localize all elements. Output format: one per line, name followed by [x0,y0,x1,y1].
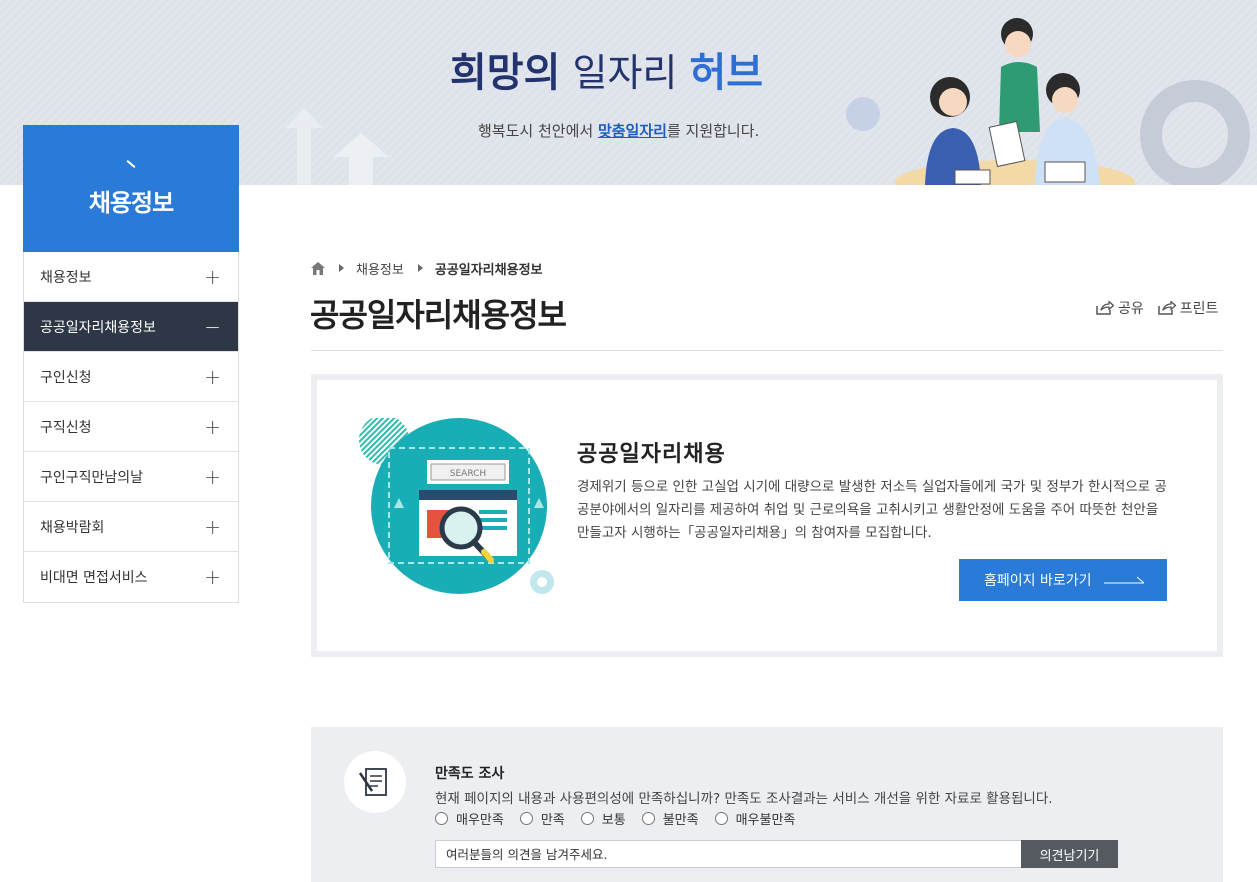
survey-description: 현재 페이지의 내용과 사용편의성에 만족하십니까? 만족도 조사결과는 서비스… [435,791,1053,807]
sidebar-item-meeting-day[interactable]: 구인구직만남의날 + [24,452,238,502]
dot-circle-decoration [846,97,880,131]
slogan-part-2: 일자리 [560,51,690,95]
sidebar-item-public-jobs[interactable]: 공공일자리채용정보 − [24,302,238,352]
up-arrow-decoration [285,108,323,185]
option-dissatisfied[interactable]: 불만족 [641,809,699,828]
print-share-icon [1158,301,1176,315]
long-arrow-icon [1103,576,1144,584]
option-label: 불만족 [662,813,699,828]
option-label: 보통 [601,813,626,828]
sidebar-item-label: 채용박람회 [40,519,105,536]
breadcrumb-level-1[interactable]: 채용정보 [356,259,404,278]
sidebar-item-recruitment-info[interactable]: 채용정보 + [24,252,238,302]
sidebar-item-job-offer[interactable]: 구인신청 + [24,352,238,402]
option-label: 만족 [540,813,565,828]
info-card: SEARCH 공공일자리채용 경제위기 등으로 인한 고실업 시기에 대량으로 … [311,374,1223,657]
search-illustration: SEARCH [359,418,554,594]
radio-icon[interactable] [580,812,594,825]
up-arrow-decoration-2 [333,133,389,185]
people-meeting-illustration [895,18,1135,185]
card-description: 경제위기 등으로 인한 고실업 시기에 대량으로 발생한 저소득 실업자들에게 … [577,479,1167,541]
option-label: 매우불만족 [735,813,796,828]
document-pen-icon [358,768,387,796]
radio-icon[interactable] [714,812,728,825]
radio-icon[interactable] [519,812,533,825]
option-very-dissatisfied[interactable]: 매우불만족 [714,809,796,828]
subtitle-text-1: 행복도시 천안에서 [478,122,598,140]
expand-plus-icon: + [204,514,221,539]
sidebar-item-label: 공공일자리채용정보 [40,319,156,336]
expand-plus-icon: + [204,464,221,489]
share-button[interactable]: 공유 [1096,298,1144,318]
page-tools: 공유 프린트 [1096,298,1218,318]
banner-slogan: 희망의 일자리 허브 [450,40,800,112]
header-accent-mark [126,160,136,168]
option-label: 매우만족 [456,813,504,828]
expand-plus-icon: + [204,565,221,589]
sidebar-item-remote-interview[interactable]: 비대면 면접서비스 + [24,552,238,602]
sidebar-item-label: 구인신청 [40,369,92,386]
share-icon [1096,301,1114,315]
banner-subtitle: 행복도시 천안에서 맞춤일자리를 지원합니다. [478,120,759,141]
survey-title: 만족도 조사 [435,766,505,782]
radio-icon[interactable] [435,812,448,825]
option-very-satisfied[interactable]: 매우만족 [435,809,504,828]
sidebar-item-label: 비대면 면접서비스 [40,570,148,586]
collapse-minus-icon: − [204,314,221,339]
radio-icon[interactable] [641,812,655,825]
sidebar-item-label: 채용정보 [40,269,92,286]
submit-opinion-button[interactable]: 의견남기기 [1021,840,1118,868]
button-label: 홈페이지 바로가기 [984,573,1092,589]
option-neutral[interactable]: 보통 [580,809,626,828]
sidebar-item-job-seeking[interactable]: 구직신청 + [24,402,238,452]
slogan-part-3: 허브 [689,49,764,96]
page-title: 공공일자리채용정보 [310,296,567,334]
swirl-decoration [1140,80,1250,185]
print-button[interactable]: 프린트 [1158,298,1219,318]
expand-plus-icon: + [204,414,221,439]
breadcrumb-current: 공공일자리채용정보 [434,262,543,278]
home-icon[interactable] [311,261,325,275]
expand-plus-icon: + [204,364,221,389]
breadcrumb: 채용정보 공공일자리채용정보 [311,258,542,278]
subtitle-text-2: 를 지원합니다. [666,122,760,140]
card-title: 공공일자리채용 [577,442,726,467]
sidebar-menu: 채용정보 + 공공일자리채용정보 − 구인신청 + 구직신청 + 구인구직만남의… [23,252,239,603]
search-label: SEARCH [450,469,486,479]
print-label: 프린트 [1179,301,1219,317]
sidebar-header: 채용정보 [23,125,239,252]
breadcrumb-arrow-icon [417,264,423,272]
expand-plus-icon: + [204,264,221,289]
title-divider [311,350,1223,351]
satisfaction-options: 매우만족 만족 보통 불만족 매우불만족 [435,809,811,828]
option-satisfied[interactable]: 만족 [519,809,565,828]
sidebar-item-job-fair[interactable]: 채용박람회 + [24,502,238,552]
homepage-link-button[interactable]: 홈페이지 바로가기 [959,559,1167,601]
subtitle-highlight: 맞춤일자리 [597,122,667,140]
share-label: 공유 [1118,301,1144,317]
breadcrumb-arrow-icon [339,264,344,272]
sidebar-item-label: 구인구직만남의날 [40,469,144,486]
sidebar-title: 채용정보 [88,189,174,217]
survey-icon-circle [344,751,406,813]
sidebar-item-label: 구직신청 [40,419,92,436]
slogan-part-1: 희망의 [450,49,561,96]
opinion-input[interactable] [435,840,1022,868]
satisfaction-survey: 만족도 조사 현재 페이지의 내용과 사용편의성에 만족하십니까? 만족도 조사… [311,727,1223,882]
